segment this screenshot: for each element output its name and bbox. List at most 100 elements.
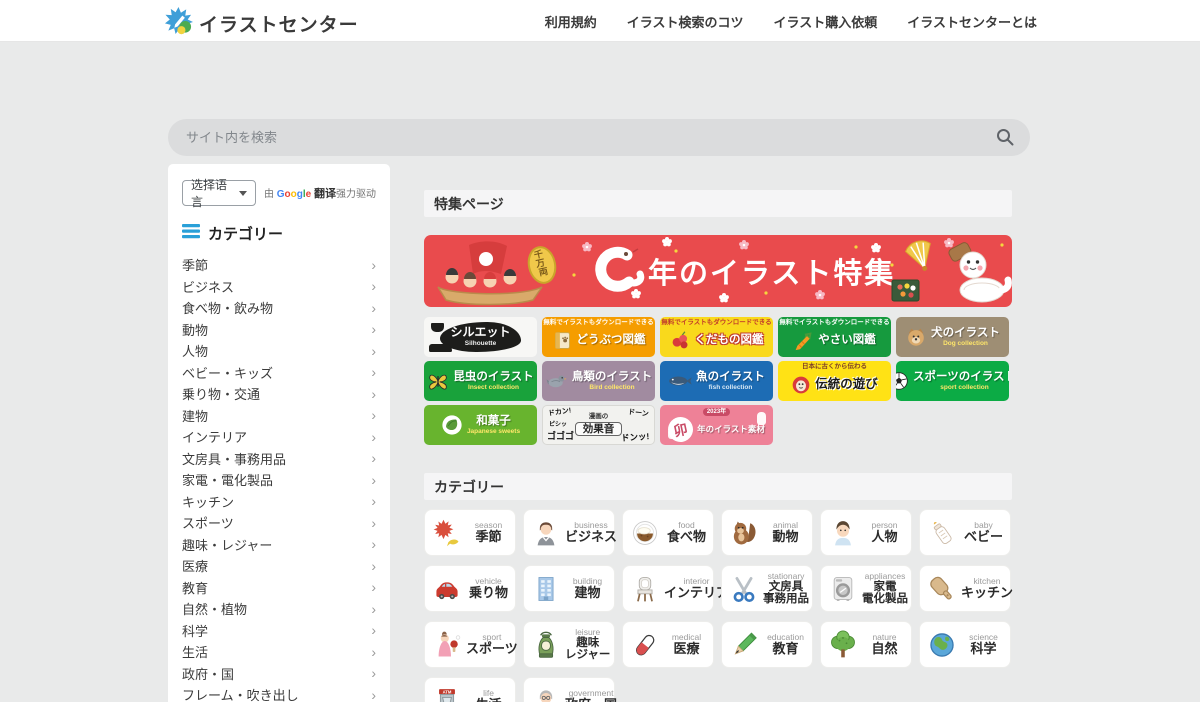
category-card[interactable]: food 食べ物 — [622, 509, 714, 556]
site-logo[interactable]: イラストセンター — [164, 6, 359, 40]
businesswoman-icon — [529, 516, 563, 550]
category-card[interactable]: interior インテリア — [622, 565, 729, 612]
baby-bottle-icon — [925, 516, 959, 550]
featured-tile[interactable]: 無料でイラストもダウンロードできる くだもの図鑑 — [660, 317, 773, 357]
sidebar-item[interactable]: 教育 › — [182, 577, 376, 599]
chevron-right-icon: › — [371, 514, 376, 531]
category-card[interactable]: leisure 趣味 レジャー — [523, 621, 615, 668]
featured-tile[interactable]: 魚のイラスト fish collection — [660, 361, 773, 401]
category-card[interactable]: education 教育 — [721, 621, 813, 668]
category-card[interactable]: baby ベビー — [919, 509, 1011, 556]
chevron-right-icon: › — [371, 321, 376, 338]
car-icon — [430, 572, 464, 606]
lantern-icon — [529, 628, 563, 662]
chevron-right-icon: › — [371, 278, 376, 295]
featured-tile[interactable]: 犬のイラスト Dog collection — [896, 317, 1009, 357]
sidebar-item[interactable]: 自然・植物 › — [182, 598, 376, 620]
category-card[interactable]: ATM life 生活 — [424, 677, 516, 702]
sidebar-item[interactable]: キッチン › — [182, 491, 376, 513]
nav-link[interactable]: 利用規約 — [545, 12, 597, 31]
sidebar-item[interactable]: フレーム・吹き出し › — [182, 684, 376, 702]
categories-section-header: カテゴリー — [424, 473, 1012, 500]
sidebar-item[interactable]: 政府・国 › — [182, 663, 376, 685]
category-card[interactable]: medical 医療 — [622, 621, 714, 668]
featured-tile[interactable]: 無料でイラストもダウンロードできる どうぶつ図鑑 — [542, 317, 655, 357]
sidebar-item[interactable]: スポーツ › — [182, 512, 376, 534]
category-card[interactable]: government 政府・国 — [523, 677, 617, 702]
building-icon — [529, 572, 563, 606]
washing-machine-icon — [826, 572, 860, 606]
featured-tile[interactable]: 鳥類のイラスト Bird collection — [542, 361, 655, 401]
site-search — [168, 119, 1030, 156]
chevron-right-icon: › — [371, 493, 376, 510]
wagashi-icon — [441, 414, 463, 436]
category-card[interactable]: season 季節 — [424, 509, 516, 556]
chevron-right-icon: › — [371, 385, 376, 402]
chevron-right-icon: › — [371, 471, 376, 488]
chevron-right-icon: › — [371, 342, 376, 359]
earth-icon — [925, 628, 959, 662]
curry-plate-icon — [628, 516, 662, 550]
featured-tile[interactable]: スポーツのイラスト sport collection — [896, 361, 1009, 401]
featured-tile[interactable]: 2023年 卯 年のイラスト素材 — [660, 405, 773, 445]
google-logo-text: Google — [276, 189, 312, 200]
pencil-icon — [727, 628, 761, 662]
sidebar-item[interactable]: 乗り物・交通 › — [182, 383, 376, 405]
featured-tile[interactable]: 昆虫のイラスト Insect collection — [424, 361, 537, 401]
chevron-right-icon: › — [371, 536, 376, 553]
google-translate-credit: 由 Google 翻译强力驱动 — [263, 188, 376, 200]
category-card[interactable]: appliances 家電 電化製品 — [820, 565, 912, 612]
sidebar-item[interactable]: ビジネス › — [182, 276, 376, 298]
dog-icon — [905, 326, 927, 348]
category-card[interactable]: kitchen キッチン — [919, 565, 1013, 612]
chevron-right-icon: › — [371, 407, 376, 424]
sidebar-item[interactable]: 生活 › — [182, 641, 376, 663]
featured-tile[interactable]: 無料でイラストもダウンロードできる やさい図鑑 — [778, 317, 891, 357]
scissors-icon — [727, 572, 761, 606]
featured-tile[interactable]: 漫画の 効果音 ドカン! ゴゴゴ ドーン ドンッ! ピシッ — [542, 405, 655, 445]
category-card[interactable]: sport スポーツ — [424, 621, 518, 668]
chevron-right-icon: › — [371, 643, 376, 660]
sidebar-item[interactable]: ベビー・キッズ › — [182, 362, 376, 384]
sidebar-item[interactable]: インテリア › — [182, 426, 376, 448]
svg-text:ATM: ATM — [443, 689, 452, 694]
category-card[interactable]: science 科学 — [919, 621, 1011, 668]
sidebar-item[interactable]: 動物 › — [182, 319, 376, 341]
chair-icon — [628, 572, 662, 606]
soccer-ball-icon — [896, 371, 909, 391]
squirrel-icon — [727, 516, 761, 550]
category-card[interactable]: person 人物 — [820, 509, 912, 556]
category-card[interactable]: stationary 文房具 事務用品 — [721, 565, 813, 612]
nav-link[interactable]: イラスト検索のコツ — [627, 12, 744, 31]
sidebar-item[interactable]: 季節 › — [182, 254, 376, 276]
new-year-banner[interactable]: 千 万 両 年のイラスト特集 — [424, 235, 1012, 307]
sidebar-item[interactable]: 文房具・事務用品 › — [182, 448, 376, 470]
sidebar-item[interactable]: 食べ物・飲み物 › — [182, 297, 376, 319]
sidebar-item[interactable]: 人物 › — [182, 340, 376, 362]
sidebar-item[interactable]: 家電・電化製品 › — [182, 469, 376, 491]
featured-tile[interactable]: 日本に古くから伝わる 伝統の遊び — [778, 361, 891, 401]
osechi-box-illustration — [891, 279, 920, 302]
category-card[interactable]: building 建物 — [523, 565, 615, 612]
featured-tile[interactable]: 和菓子 Japanese sweets — [424, 405, 537, 445]
featured-tile[interactable]: シルエット Silhouette — [424, 317, 537, 357]
chevron-right-icon: › — [371, 428, 376, 445]
nav-link[interactable]: イラスト購入依頼 — [774, 12, 878, 31]
capsule-icon — [628, 628, 662, 662]
sidebar-item[interactable]: 医療 › — [182, 555, 376, 577]
zodiac-kanji-badge: 卯 — [665, 414, 696, 445]
sidebar-item[interactable]: 趣味・レジャー › — [182, 534, 376, 556]
chevron-right-icon: › — [371, 600, 376, 617]
category-card[interactable]: animal 動物 — [721, 509, 813, 556]
nav-link[interactable]: イラストセンターとは — [907, 12, 1037, 31]
category-card[interactable]: business ビジネス — [523, 509, 617, 556]
politician-icon — [529, 684, 563, 702]
sidebar: 选择语言 由 Google 翻译强力驱动 カテゴリー 季節 › ビジネス › 食… — [168, 164, 390, 702]
chevron-right-icon: › — [371, 622, 376, 639]
sidebar-item[interactable]: 科学 › — [182, 620, 376, 642]
search-input[interactable] — [168, 119, 1030, 156]
sidebar-item[interactable]: 建物 › — [182, 405, 376, 427]
category-card[interactable]: nature 自然 — [820, 621, 912, 668]
category-card[interactable]: vehicle 乗り物 — [424, 565, 516, 612]
language-select[interactable]: 选择语言 — [182, 178, 256, 209]
